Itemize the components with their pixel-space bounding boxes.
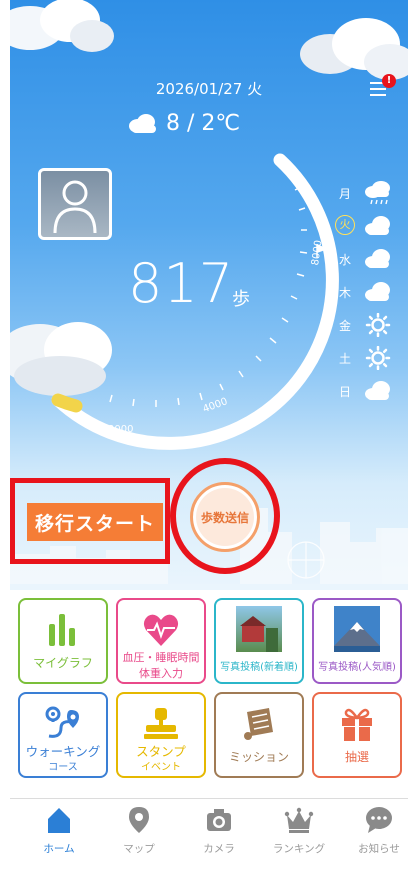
cloud-icon (365, 216, 390, 235)
tile-my-graph[interactable]: マイグラフ (18, 598, 108, 684)
person-icon (53, 180, 97, 234)
tab-label: お知らせ (358, 843, 400, 855)
stamp-icon (144, 708, 178, 739)
tile-icon-wrap (118, 704, 204, 748)
send-highlight-ring: 歩数送信 (170, 458, 280, 574)
arc-label-4000: 4000 (201, 396, 229, 415)
scroll-icon (244, 708, 273, 740)
sun-icon (365, 313, 391, 337)
forecast-day: 水 (330, 244, 400, 274)
step-unit: 歩 (232, 289, 250, 310)
crown-icon (284, 807, 314, 833)
app-screen: 2026/01/27 火 8 / 2℃ ! 2000 4000 817 歩 月 … (10, 0, 408, 877)
forecast-day: 金 (330, 310, 400, 340)
gift-icon (342, 708, 372, 741)
forecast-day-label: 土 (338, 352, 351, 366)
forecast-day: 土 (330, 343, 400, 373)
tile-label: ミッション (228, 750, 289, 764)
cloud-icon (365, 381, 390, 400)
arc-label-2000: 2000 (108, 424, 133, 435)
tab-news[interactable]: お知らせ (344, 805, 408, 856)
tab-label: ホーム (43, 843, 75, 855)
hero-panel: 2026/01/27 火 8 / 2℃ ! 2000 4000 817 歩 月 … (10, 0, 408, 590)
send-steps-button[interactable]: 歩数送信 (190, 482, 260, 552)
forecast-day-label: 日 (338, 385, 351, 399)
tab-label: マップ (123, 843, 155, 855)
bar-chart-icon (49, 614, 75, 646)
forecast-day-label: 木 (338, 286, 351, 300)
tile-sublabel: 体重入力 (139, 667, 183, 680)
cloud-icon (365, 249, 390, 268)
tab-camera[interactable]: カメラ (184, 805, 254, 856)
forecast-day: 木 (330, 277, 400, 307)
photo-new-icon (236, 606, 282, 652)
tile-sublabel: イベント (141, 762, 181, 773)
tile-mission[interactable]: ミッション (214, 692, 304, 778)
forecast-day: 火 (330, 211, 400, 241)
tile-icon-wrap (20, 704, 106, 748)
tile-icon-wrap (216, 606, 302, 656)
forecast-day-label: 月 (338, 187, 351, 201)
chat-bubble-icon (366, 807, 392, 833)
tile-icon-wrap (314, 704, 400, 748)
forecast-day-label: 金 (338, 319, 351, 333)
home-icon (48, 808, 70, 833)
user-avatar[interactable] (38, 168, 112, 240)
tile-label: 写真投稿(人気順) (318, 662, 396, 673)
tile-label: スタンプ (136, 744, 186, 759)
forecast-day-label: 火 (335, 215, 355, 235)
tab-ranking[interactable]: ランキング (264, 805, 334, 856)
tile-photo-popular[interactable]: 写真投稿(人気順) (312, 598, 402, 684)
tile-label: 血圧・睡眠時間 (122, 651, 200, 664)
forecast-day: 月 (330, 178, 400, 208)
tile-icon-wrap (118, 610, 204, 654)
photo-popular-icon (334, 606, 380, 652)
step-count: 817 (128, 252, 235, 315)
rain-icon (365, 181, 390, 205)
tile-icon-wrap (216, 704, 302, 748)
tab-label: ランキング (272, 843, 326, 855)
tile-label: ウォーキング (25, 744, 101, 759)
tile-walking-course[interactable]: ウォーキング コース (18, 692, 108, 778)
bottom-tab-bar: ホーム マップ カメラ ランキング お知らせ (10, 798, 408, 861)
tab-home[interactable]: ホーム (24, 805, 94, 856)
heart-icon (143, 614, 179, 646)
tile-sublabel: コース (48, 762, 78, 773)
tile-health-input[interactable]: 血圧・睡眠時間 体重入力 (116, 598, 206, 684)
tab-map[interactable]: マップ (104, 805, 174, 856)
tile-label: 抽選 (344, 750, 369, 764)
forecast-day-label: 水 (338, 253, 351, 267)
forecast-day: 日 (330, 376, 400, 406)
tile-label: 写真投稿(新着順) (220, 662, 298, 673)
camera-icon (207, 809, 231, 831)
tab-label: カメラ (203, 843, 235, 855)
send-steps-label: 歩数送信 (200, 510, 249, 525)
tile-stamp-event[interactable]: スタンプ イベント (116, 692, 206, 778)
sun-icon (365, 346, 391, 370)
cloud-icon (365, 282, 390, 301)
tile-lottery[interactable]: 抽選 (312, 692, 402, 778)
tile-label: マイグラフ (33, 656, 93, 670)
progress-fill (51, 393, 83, 413)
route-icon (45, 706, 79, 738)
tile-icon-wrap (20, 610, 106, 654)
map-pin-icon (129, 807, 149, 833)
migrate-highlight-box: 移行スタート (10, 478, 170, 564)
tile-photo-new[interactable]: 写真投稿(新着順) (214, 598, 304, 684)
tile-icon-wrap (314, 606, 400, 656)
migrate-start-button[interactable]: 移行スタート (27, 503, 163, 541)
